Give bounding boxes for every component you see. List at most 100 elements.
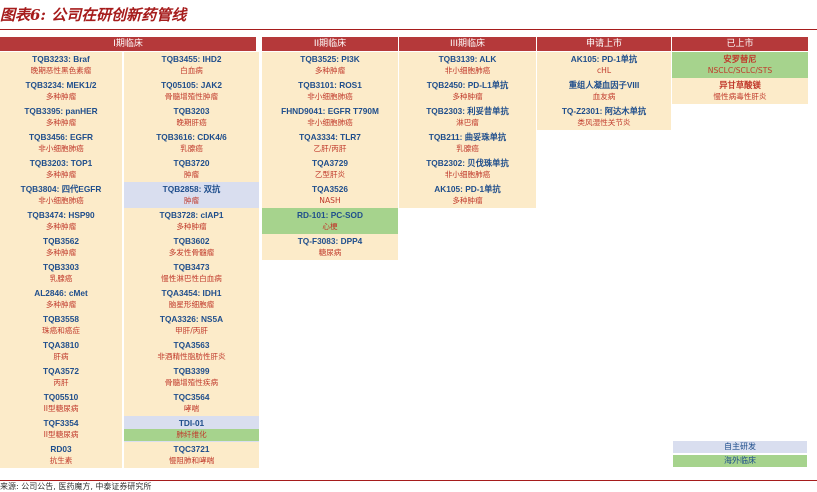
- indication: 类风湿性关节炎: [577, 118, 631, 127]
- source-note: 来源: 公司公告, 医药魔方, 中泰证券研究所: [0, 482, 152, 491]
- indication: 晚期肝癌: [176, 118, 207, 127]
- pipeline-cell: TQ05510 II型糖尿病: [0, 390, 122, 416]
- indication: 乳腺癌: [456, 144, 479, 153]
- pipeline-cell: TQA3810 肝病: [0, 338, 122, 364]
- indication: 非酒精性脂肪性肝炎: [157, 352, 226, 361]
- indication: 慢性病毒性肝炎: [713, 92, 767, 101]
- drug-name: TQ05510: [43, 392, 79, 402]
- drug-name: 异甘草酸镁: [719, 80, 761, 90]
- drug-name: TQ-Z2301: 阿达木单抗: [561, 106, 647, 116]
- pipeline-cell: TQA3326: NS5A 甲肝/丙肝: [124, 312, 259, 338]
- drug-name: TQB3804: 四代EGFR: [20, 184, 102, 194]
- pipeline-cell: TQB2302: 贝伐珠单抗 非小细胞肺癌: [399, 156, 536, 182]
- indication: 肿瘤: [183, 196, 200, 205]
- drug-name: TQB3456: EGFR: [28, 132, 94, 142]
- pipeline-cell: AL2846: cMet 多种肿瘤: [0, 286, 122, 312]
- indication: 肿瘤: [183, 170, 200, 179]
- indication: 骨髓增殖性疾病: [164, 378, 219, 387]
- pipeline-cell: TQB2450: PD-L1单抗 多种肿瘤: [399, 78, 536, 104]
- indication: II型糖尿病: [43, 430, 79, 439]
- pipeline-cell: TQA3454: IDH1 脑星形细胞瘤: [124, 286, 259, 312]
- drug-name: RD-101: PC-SOD: [297, 210, 363, 220]
- pipeline-cell: TQC3564 哮喘: [124, 390, 259, 416]
- pipeline-cell: TQB3602 多发性骨髓瘤: [124, 234, 259, 260]
- indication: 非小细胞肺癌: [307, 118, 353, 127]
- pipeline-cell: TQB2303: 利妥昔单抗 淋巴瘤: [399, 104, 536, 130]
- drug-name: TQB3474: HSP90: [27, 210, 95, 220]
- indication: 乳腺癌: [49, 274, 73, 283]
- pipeline-cell: TQB3525: PI3K 多种肿瘤: [262, 52, 398, 78]
- drug-name: TQB3616: CDK4/6: [156, 132, 227, 142]
- drug-name: TQB3101: ROS1: [298, 80, 362, 90]
- indication: 甲肝/丙肝: [175, 326, 208, 335]
- pipeline-cell: FHND9041: EGFR T790M 非小细胞肺癌: [262, 104, 398, 130]
- drug-name: TQ05105: JAK2: [161, 80, 222, 90]
- indication: 多种肿瘤: [452, 92, 483, 101]
- drug-name: TQB3562: [43, 236, 79, 246]
- indication: II型糖尿病: [43, 404, 79, 413]
- pipeline-cell: TQB3455: IHD2 白血病: [124, 52, 259, 78]
- pipeline-cell: AK105: PD-1单抗 多种肿瘤: [399, 182, 536, 208]
- pipeline-cell: TQB3233: Braf 晚期恶性黑色素瘤: [0, 52, 122, 78]
- pipeline-cell: TQB3720 肿瘤: [124, 156, 259, 182]
- drug-name: TQA3454: IDH1: [161, 288, 222, 298]
- pipeline-cell: TQF3354 II型糖尿病: [0, 416, 122, 442]
- indication: 慢性淋巴性白血病: [161, 274, 222, 283]
- drug-name: AL2846: cMet: [34, 288, 88, 298]
- title-divider: [0, 29, 817, 30]
- pipeline-cell: AK105: PD-1单抗 cHL: [537, 52, 671, 78]
- figure-title: 图表6: 公司在研创新药管线: [0, 6, 187, 24]
- drug-name: TQB2303: 利妥昔单抗: [426, 106, 509, 116]
- drug-name: TQB211: 曲妥珠单抗: [428, 132, 507, 142]
- header-marketed: 已上市: [672, 37, 808, 51]
- header-phase1: I期临床: [0, 37, 256, 51]
- pipeline-cell: TQB3139: ALK 非小细胞肺癌: [399, 52, 536, 78]
- drug-name: TQB3203: TOP1: [29, 158, 93, 168]
- drug-name: TQB3399: [173, 366, 210, 376]
- drug-name: TQB3139: ALK: [438, 54, 497, 64]
- pipeline-cell: 重组人凝血因子VIII 血友病: [537, 78, 671, 104]
- legend-self-developed: 自主研发: [673, 441, 807, 453]
- drug-name: TQB3303: [43, 262, 79, 272]
- drug-name: TQA3334: TLR7: [299, 132, 361, 142]
- pipeline-cell: TQ-Z2301: 阿达木单抗 类风湿性关节炎: [537, 104, 671, 130]
- indication: 淋巴瘤: [456, 118, 479, 127]
- pipeline-cell: TQC3721 慢阻肺和哮喘: [124, 442, 259, 468]
- pipeline-cell: TQB3474: HSP90 多种肿瘤: [0, 208, 122, 234]
- pipeline-cell: TQA3572 丙肝: [0, 364, 122, 390]
- drug-name: TQB3720: [173, 158, 210, 168]
- drug-name: TQA3563: [173, 340, 210, 350]
- drug-name: TQC3721: [173, 444, 210, 454]
- drug-name: TQB3234: MEK1/2: [25, 80, 97, 90]
- pipeline-cell: TQB3101: ROS1 非小细胞肺癌: [262, 78, 398, 104]
- header-phase3: III期临床: [399, 37, 536, 51]
- drug-name: TDI-01: [178, 418, 205, 428]
- indication: NSCLC/SCLC/STS: [707, 66, 773, 75]
- pipeline-cell: TQB211: 曲妥珠单抗 乳腺癌: [399, 130, 536, 156]
- pipeline-cell: TQB3399 骨髓增殖性疾病: [124, 364, 259, 390]
- drug-name: TQA3729: [312, 158, 348, 168]
- drug-name: TQB3395: panHER: [24, 106, 98, 116]
- pipeline-cell: TQB3303 乳腺癌: [0, 260, 122, 286]
- indication: 多种肿瘤: [45, 248, 77, 257]
- indication: 多发性骨髓瘤: [168, 248, 215, 257]
- indication: 慢阻肺和哮喘: [168, 456, 215, 465]
- pipeline-cell: TQB3562 多种肿瘤: [0, 234, 122, 260]
- indication: 晚期恶性黑色素瘤: [30, 66, 92, 75]
- indication: NASH: [319, 196, 341, 205]
- pipeline-cell: 安罗替尼 NSCLC/SCLC/STS: [672, 52, 808, 78]
- drug-name: TQA3526: [312, 184, 348, 194]
- drug-name: TQB3602: [173, 236, 210, 246]
- drug-name: TQF3354: [43, 418, 79, 428]
- indication: 多种肿瘤: [45, 300, 77, 309]
- drug-name: TQB3233: Braf: [32, 54, 90, 64]
- pipeline-cell: TQA3526 NASH: [262, 182, 398, 208]
- indication: cHL: [596, 66, 612, 75]
- pipeline-cell: TQ05105: JAK2 骨髓增殖性肿瘤: [124, 78, 259, 104]
- indication: 丙肝: [53, 378, 69, 387]
- pipeline-cell: TDI-01 肺纤维化: [124, 416, 259, 442]
- drug-name: 重组人凝血因子VIII: [568, 80, 640, 90]
- drug-name: TQB2302: 贝伐珠单抗: [426, 158, 509, 168]
- drug-name: TQ-F3083: DPP4: [297, 236, 363, 246]
- pipeline-cell: TQB3558 珠癌和癌症: [0, 312, 122, 338]
